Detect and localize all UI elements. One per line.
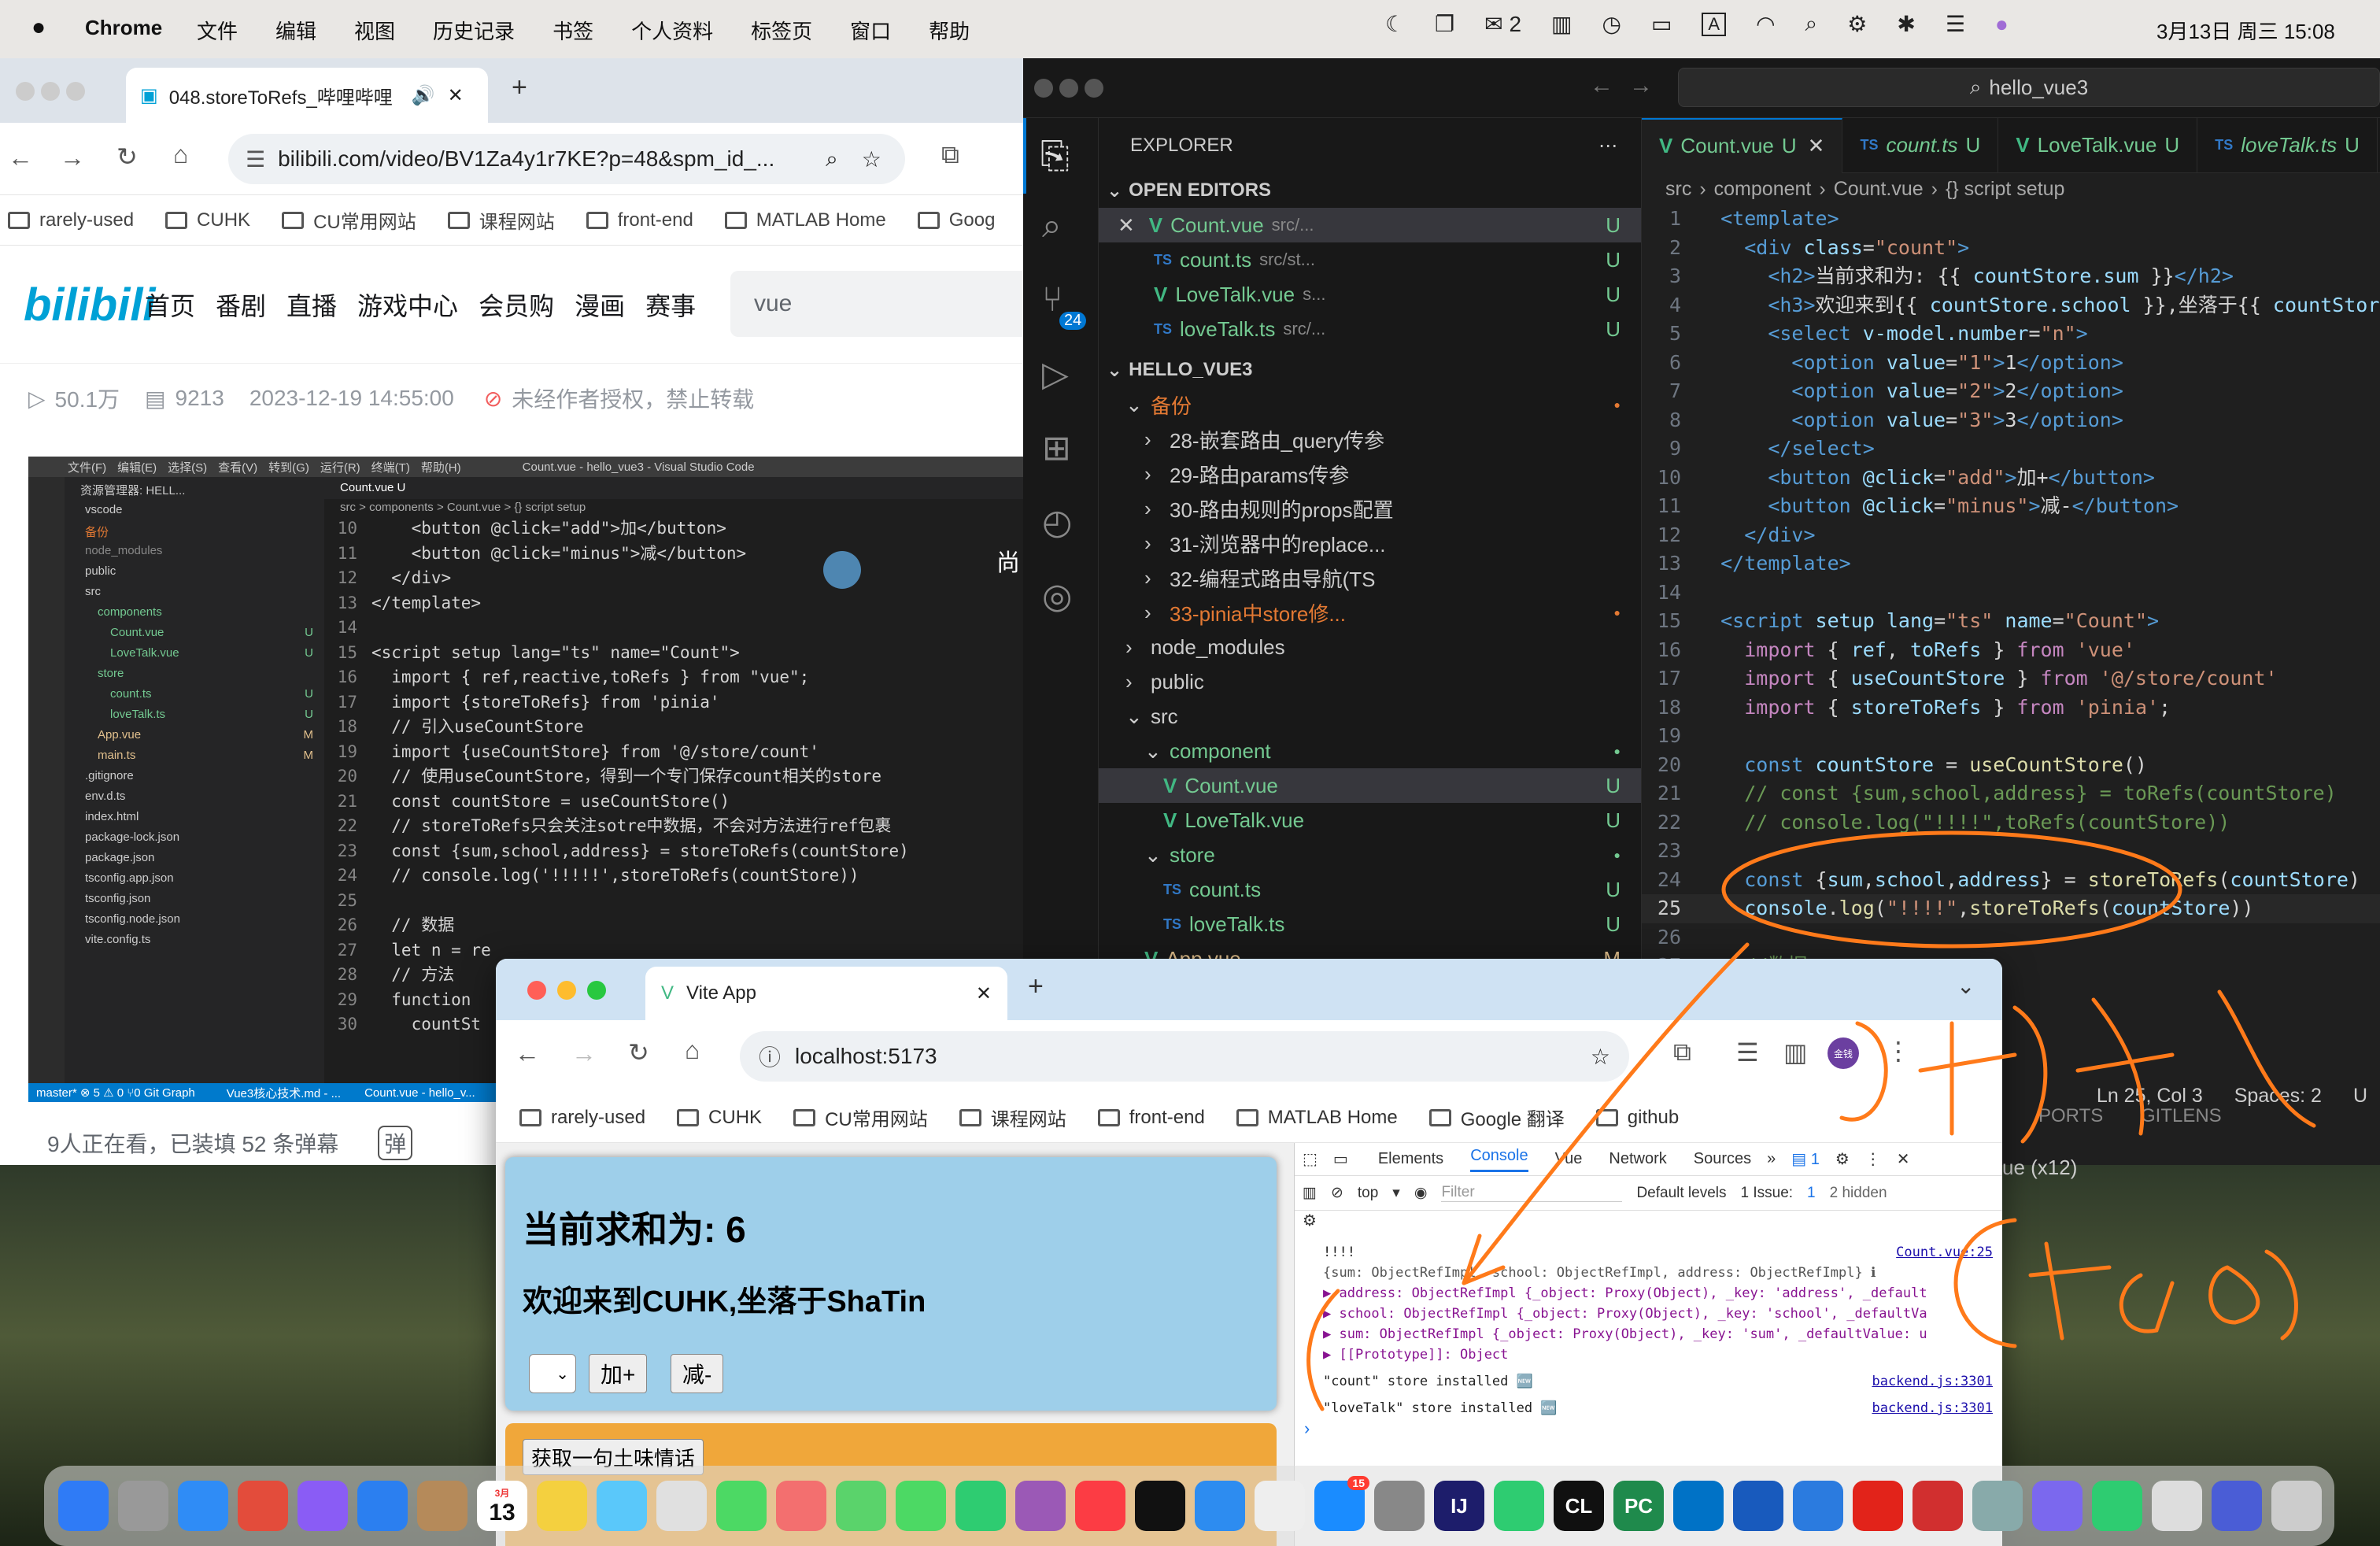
dock-app-icon[interactable] (955, 1481, 1006, 1531)
dock-app-icon[interactable] (2152, 1481, 2202, 1531)
dock-app-icon[interactable] (1793, 1481, 1843, 1531)
pycharm-label: PC (1624, 1493, 1654, 1518)
calendar-day: 13 (489, 1499, 516, 1526)
dock-app-icon[interactable] (178, 1481, 228, 1531)
dock-app-icon[interactable]: CL (1554, 1481, 1604, 1531)
dock-app-icon[interactable] (1853, 1481, 1903, 1531)
dock-app-icon[interactable] (238, 1481, 288, 1531)
dock-app-icon[interactable]: 3月 13 (477, 1481, 527, 1531)
dock-app-icon[interactable] (58, 1481, 109, 1531)
dock-app-icon[interactable] (836, 1481, 886, 1531)
dock-app-icon[interactable] (1374, 1481, 1425, 1531)
intellij-label: IJ (1451, 1493, 1468, 1518)
clion-label: CL (1565, 1493, 1593, 1518)
dock-app-icon[interactable] (776, 1481, 826, 1531)
dock-app-icon[interactable] (417, 1481, 468, 1531)
dock-app-icon[interactable]: 15 (1314, 1476, 1369, 1531)
dock-app-icon[interactable] (2212, 1481, 2262, 1531)
dock-app-icon[interactable] (2271, 1481, 2322, 1531)
dock-app-icon[interactable]: PC (1613, 1481, 1664, 1531)
dock-app-icon[interactable] (1015, 1481, 1066, 1531)
calendar-month: 3月 (494, 1487, 510, 1499)
macos-dock: 3月 13 15 IJ CL PC (44, 1466, 2334, 1546)
dock-app-icon[interactable] (1075, 1481, 1125, 1531)
dock-app-icon[interactable] (2032, 1481, 2082, 1531)
dock-app-icon[interactable]: IJ (1434, 1481, 1484, 1531)
dock-app-icon[interactable] (1972, 1481, 2023, 1531)
dock-app-icon[interactable] (1494, 1481, 1544, 1531)
dock-app-icon[interactable] (1913, 1481, 1963, 1531)
dock-app-icon[interactable] (357, 1481, 408, 1531)
appstore-badge: 15 (1347, 1476, 1369, 1490)
dock-app-icon[interactable] (656, 1481, 707, 1531)
dock-app-icon[interactable] (1673, 1481, 1724, 1531)
dock-app-icon[interactable] (118, 1481, 168, 1531)
dock-app-icon[interactable] (298, 1481, 348, 1531)
dock-app-icon[interactable] (1255, 1481, 1305, 1531)
dock-app-icon[interactable] (597, 1481, 647, 1531)
dock-app-icon[interactable] (1195, 1481, 1245, 1531)
dock-app-icon[interactable] (716, 1481, 767, 1531)
dock-app-icon[interactable] (1135, 1481, 1185, 1531)
dock-app-icon[interactable] (1733, 1481, 1783, 1531)
handwritten-annotation (1306, 830, 2316, 1411)
dock-app-icon[interactable] (537, 1481, 587, 1531)
dock-app-icon[interactable] (896, 1481, 946, 1531)
dock-app-icon[interactable] (2092, 1481, 2142, 1531)
